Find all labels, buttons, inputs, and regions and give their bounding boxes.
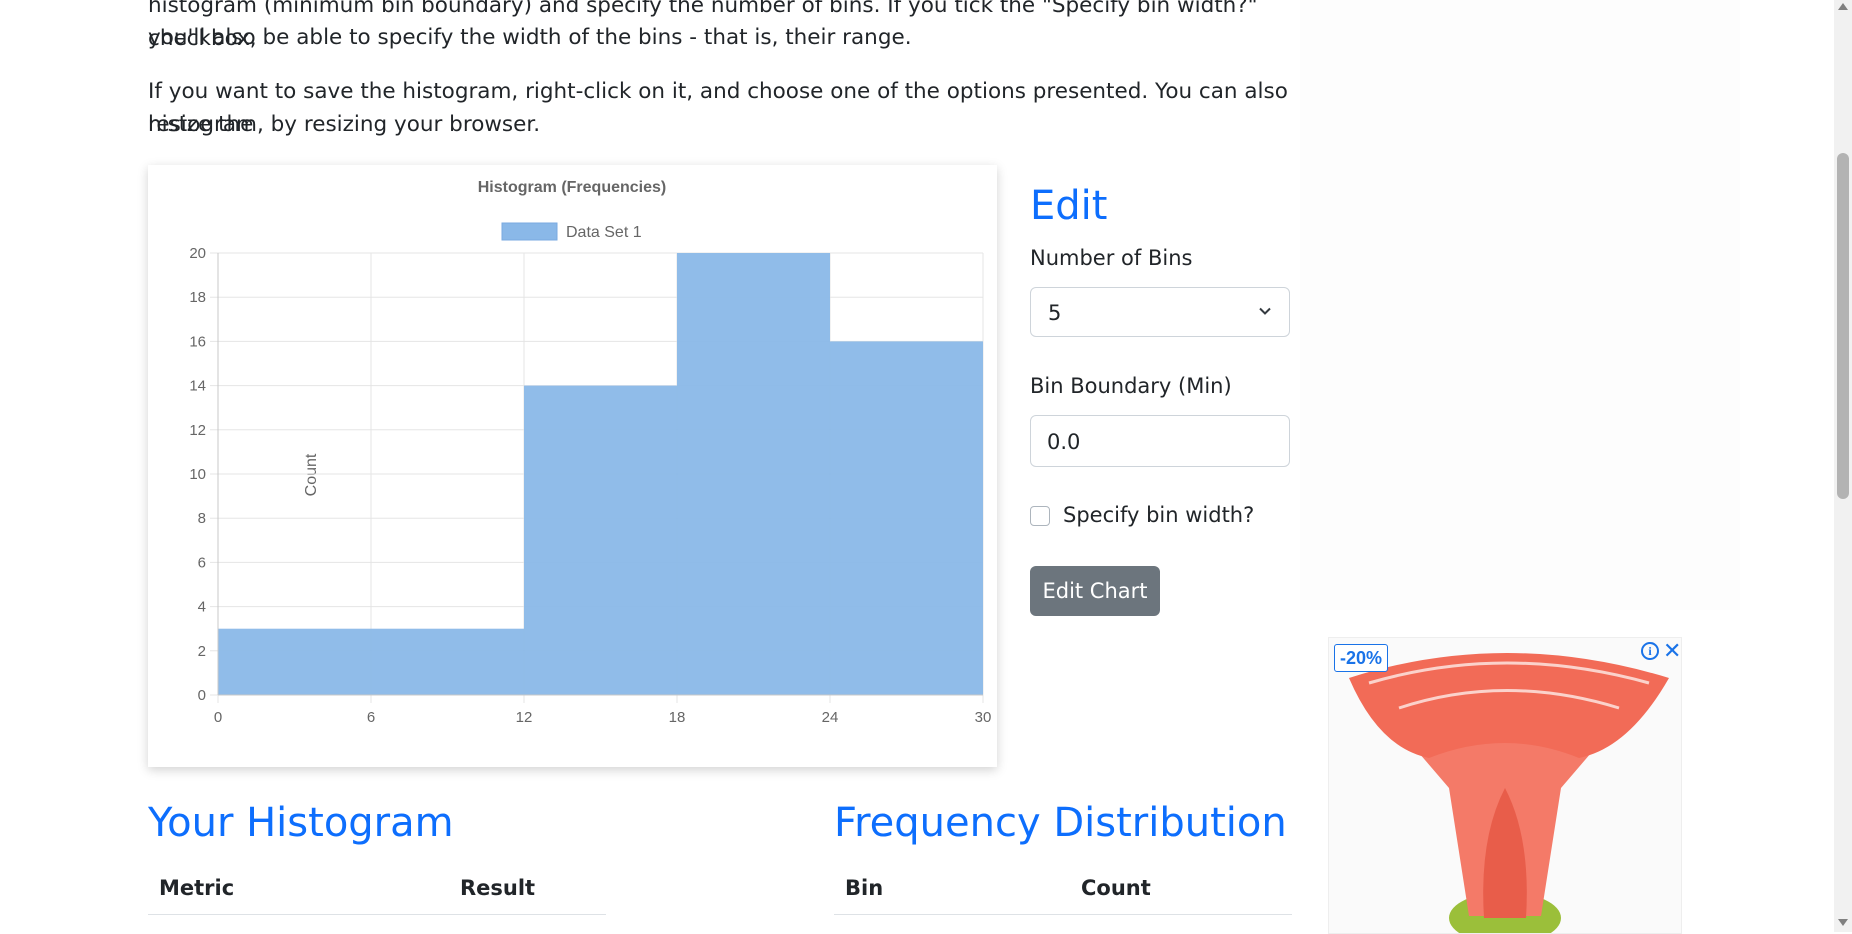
y-ticks: 0 2 4 6 8 10 12 14 16 18 20 — [189, 245, 206, 704]
y-axis-label: Count — [303, 453, 320, 496]
scrollbar-thumb[interactable] — [1837, 153, 1849, 499]
x-tick-label: 24 — [822, 709, 839, 726]
y-tick-label: 12 — [189, 422, 206, 439]
chart-title: Histogram (Frequencies) — [478, 179, 666, 196]
number-of-bins-select[interactable]: 5 — [1030, 287, 1290, 337]
your-histogram-heading: Your Histogram — [148, 800, 454, 846]
x-ticks: 0 6 12 18 24 30 — [214, 709, 992, 726]
bin-column-header: Bin — [845, 876, 884, 900]
y-tick-label: 2 — [198, 643, 206, 660]
histogram-svg: Histogram (Frequencies) Data Set 1 Count… — [189, 179, 992, 726]
histogram-bar — [524, 385, 677, 695]
number-of-bins-value: 5 — [1048, 301, 1062, 325]
histogram-bar — [677, 253, 830, 695]
result-column-header: Result — [460, 876, 536, 900]
info-icon[interactable]: i — [1641, 642, 1659, 660]
histogram-bar — [830, 341, 983, 695]
chevron-down-icon — [1259, 307, 1271, 315]
y-tick-label: 16 — [189, 333, 206, 350]
frequency-header-divider — [834, 914, 1292, 915]
scroll-down-arrow-icon[interactable] — [1838, 919, 1848, 926]
y-tick-label: 20 — [189, 245, 206, 262]
y-tick-label: 14 — [189, 378, 206, 395]
x-tick-label: 0 — [214, 709, 222, 726]
specify-bin-width-label[interactable]: Specify bin width? — [1063, 503, 1254, 527]
edit-heading: Edit — [1030, 183, 1108, 229]
y-tick-label: 6 — [198, 554, 206, 571]
x-tick-label: 30 — [975, 709, 992, 726]
x-tick-label: 6 — [367, 709, 375, 726]
y-tick-label: 4 — [198, 599, 206, 616]
specify-bin-width-checkbox[interactable] — [1030, 506, 1050, 526]
legend-swatch — [501, 222, 558, 241]
histogram-chart[interactable]: Histogram (Frequencies) Data Set 1 Count… — [148, 165, 997, 767]
count-column-header: Count — [1081, 876, 1151, 900]
bin-boundary-input[interactable]: 0.0 — [1030, 415, 1290, 467]
right-column-background — [1300, 0, 1740, 610]
bin-boundary-label: Bin Boundary (Min) — [1030, 374, 1232, 398]
advertisement[interactable]: -20% i ✕ — [1328, 637, 1682, 934]
x-tick-label: 12 — [516, 709, 533, 726]
save-paragraph-line2: histogram, by resizing your browser. — [148, 112, 541, 137]
your-histogram-header-divider — [148, 914, 606, 915]
x-tick-label: 18 — [669, 709, 686, 726]
histogram-bar — [218, 628, 371, 695]
edit-chart-button[interactable]: Edit Chart — [1030, 566, 1160, 616]
y-tick-label: 18 — [189, 289, 206, 306]
y-tick-label: 8 — [198, 510, 206, 527]
bin-boundary-value: 0.0 — [1047, 430, 1081, 454]
histogram-bar — [371, 628, 524, 695]
legend-label: Data Set 1 — [566, 224, 642, 241]
intro-paragraph-line2: you'll also be able to specify the width… — [148, 25, 912, 50]
shuttlecock-product-image — [1349, 653, 1669, 933]
metric-column-header: Metric — [159, 876, 235, 900]
discount-badge: -20% — [1334, 644, 1389, 672]
number-of-bins-label: Number of Bins — [1030, 246, 1193, 270]
y-tick-label: 10 — [189, 466, 206, 483]
y-tick-label: 0 — [198, 687, 206, 704]
close-icon[interactable]: ✕ — [1663, 638, 1681, 664]
frequency-distribution-heading: Frequency Distribution — [834, 800, 1287, 846]
scroll-up-arrow-icon[interactable] — [1838, 3, 1848, 10]
